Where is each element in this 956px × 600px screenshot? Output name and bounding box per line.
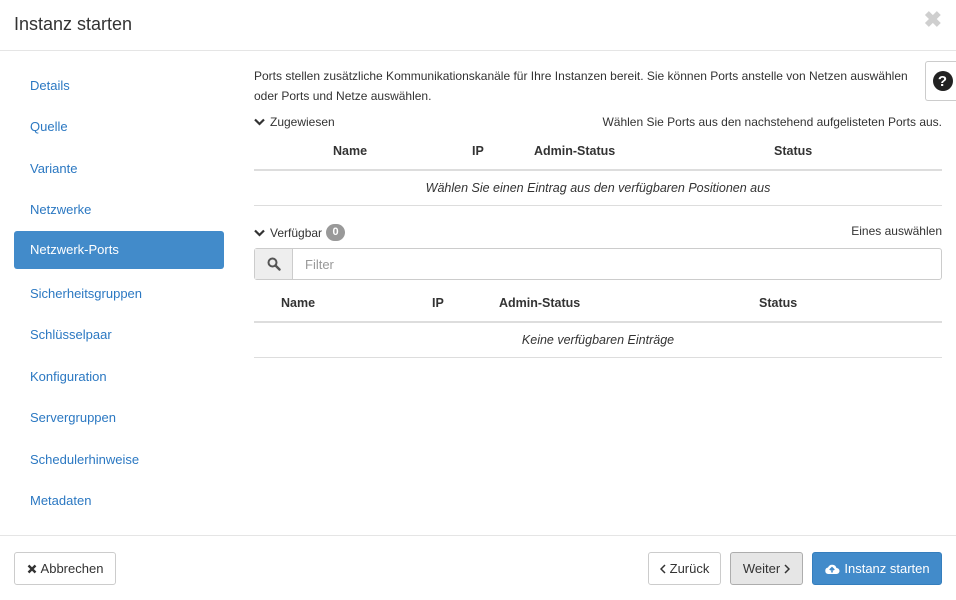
column-header-ip[interactable]: IP [472, 144, 484, 158]
launch-label: Instanz starten [844, 561, 930, 576]
sidebar-item-scheduler-hints[interactable]: Schedulerhinweise [14, 439, 224, 476]
dialog-header: Instanz starten ✖ [0, 0, 956, 51]
next-button[interactable]: Weiter [730, 552, 803, 585]
dialog-footer: Abbrechen Zurück Weiter Instanz starten [0, 535, 956, 600]
sidebar-item-security-groups[interactable]: Sicherheitsgruppen [14, 273, 224, 310]
dialog-title: Instanz starten [14, 14, 133, 34]
sidebar-item-networks[interactable]: Netzwerke [14, 189, 224, 226]
filter-input[interactable] [293, 249, 941, 279]
column-header-admin-status[interactable]: Admin-Status [534, 144, 615, 158]
sidebar-item-network-ports[interactable]: Netzwerk-Ports [14, 230, 224, 269]
step-content: Ports stellen zusätzliche Kommunikations… [254, 66, 942, 106]
allocated-hint: Wählen Sie Ports aus den nachstehend auf… [602, 115, 942, 129]
sidebar-item-metadata[interactable]: Metadaten [14, 480, 224, 517]
wizard-sidebar: Details Quelle Variante Netzwerke Netzwe… [14, 65, 224, 521]
close-icon [27, 564, 37, 574]
back-button[interactable]: Zurück [648, 552, 721, 585]
sidebar-item-key-pair[interactable]: Schlüsselpaar [14, 314, 224, 351]
sidebar-item-flavor[interactable]: Variante [14, 148, 224, 185]
column-header-status[interactable]: Status [759, 296, 797, 310]
sidebar-item-configuration[interactable]: Konfiguration [14, 356, 224, 393]
allocated-section-header: Zugewiesen Wählen Sie Ports aus den nach… [254, 115, 942, 135]
close-icon[interactable]: ✖ [924, 9, 942, 31]
available-label: Verfügbar [270, 225, 323, 240]
sidebar-item-details[interactable]: Details [14, 65, 224, 102]
allocated-table: Name IP Admin-Status Status Wählen Sie e… [254, 138, 942, 206]
chevron-left-icon [659, 563, 666, 574]
search-icon [255, 249, 293, 279]
cancel-button[interactable]: Abbrechen [14, 552, 116, 585]
sidebar-item-source[interactable]: Quelle [14, 106, 224, 143]
column-header-admin-status[interactable]: Admin-Status [499, 296, 580, 310]
cloud-upload-icon [824, 563, 840, 575]
intro-text: Ports stellen zusätzliche Kommunikations… [254, 69, 908, 103]
column-header-ip[interactable]: IP [432, 296, 444, 310]
available-table: Name IP Admin-Status Status Keine verfüg… [254, 290, 942, 358]
back-label: Zurück [669, 561, 710, 576]
chevron-right-icon [784, 563, 791, 574]
sidebar-item-server-groups[interactable]: Servergruppen [14, 397, 224, 434]
chevron-down-icon [254, 118, 265, 126]
available-count-badge: 0 [326, 224, 346, 241]
column-header-name[interactable]: Name [333, 144, 367, 158]
allocated-toggle[interactable]: Zugewiesen [254, 115, 335, 129]
help-icon: ? [932, 71, 953, 91]
column-header-status[interactable]: Status [774, 144, 812, 158]
column-header-name[interactable]: Name [281, 296, 315, 310]
next-label: Weiter [742, 561, 781, 576]
cancel-label: Abbrechen [40, 561, 104, 576]
help-button[interactable]: ? [925, 61, 956, 101]
filter-field [254, 248, 942, 280]
allocated-label: Zugewiesen [270, 115, 335, 129]
allocated-table-header: Name IP Admin-Status Status [254, 138, 942, 171]
allocated-empty-message: Wählen Sie einen Eintrag aus den verfügb… [254, 171, 942, 206]
available-empty-message: Keine verfügbaren Einträge [254, 323, 942, 358]
available-toggle[interactable]: Verfügbar 0 [254, 224, 346, 241]
available-hint: Eines auswählen [851, 224, 942, 238]
available-section-header: Verfügbar 0 Eines auswählen [254, 224, 942, 244]
available-table-header: Name IP Admin-Status Status [254, 290, 942, 323]
chevron-down-icon [254, 229, 265, 237]
launch-instance-button[interactable]: Instanz starten [812, 552, 942, 585]
